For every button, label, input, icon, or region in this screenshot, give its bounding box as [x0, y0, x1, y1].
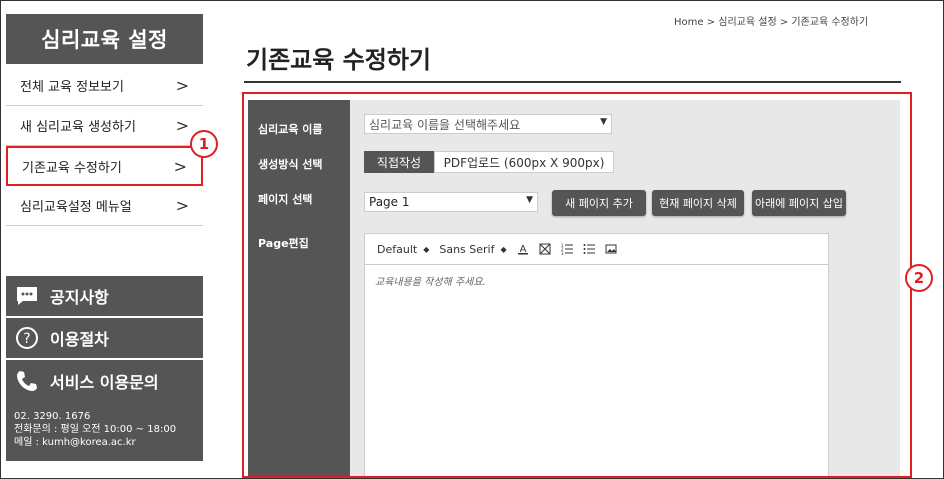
chevron-right-icon: > [173, 156, 187, 176]
sidebar-item-label: 기존교육 수정하기 [22, 160, 122, 176]
guide-label: 이용절차 [50, 330, 109, 349]
sidebar-menu: 전체 교육 정보보기 > 새 심리교육 생성하기 > 기존교육 수정하기 > 심… [6, 66, 203, 226]
sidebar-item-manual[interactable]: 심리교육설정 메뉴얼 > [6, 186, 203, 226]
sidebar-item-create[interactable]: 새 심리교육 생성하기 > [6, 106, 203, 146]
sidebar-item-label: 새 심리교육 생성하기 [20, 120, 136, 135]
svg-text:?: ? [23, 331, 30, 347]
contact-label: 서비스 이용문의 [50, 373, 159, 392]
chevron-right-icon: > [175, 76, 189, 95]
title-divider [244, 81, 901, 83]
sidebar-item-label: 전체 교육 정보보기 [20, 80, 124, 95]
chevron-right-icon: > [175, 116, 189, 135]
sidebar-title: 심리교육 설정 [6, 14, 203, 64]
page-title: 기존교육 수정하기 [246, 46, 431, 74]
contact-box: 서비스 이용문의 02. 3290. 1676 전화문의 : 평일 오전 10:… [6, 360, 203, 461]
notice-label: 공지사항 [50, 288, 109, 307]
question-icon: ? [14, 325, 40, 351]
chevron-right-icon: > [175, 196, 189, 215]
phone-icon [14, 368, 40, 394]
highlight-box-2 [242, 92, 912, 478]
sidebar-item-edit-existing[interactable]: 기존교육 수정하기 > [6, 146, 203, 186]
sidebar-item-label: 심리교육설정 메뉴얼 [20, 200, 132, 215]
contact-phone: 02. 3290. 1676 [14, 411, 91, 422]
guide-link[interactable]: ? 이용절차 [6, 318, 203, 358]
callout-1: 1 [190, 130, 218, 158]
chat-icon [14, 283, 40, 309]
contact-email: 메일 : kumh@korea.ac.kr [14, 437, 136, 448]
callout-2: 2 [905, 264, 933, 292]
sidebar-item-view-all[interactable]: 전체 교육 정보보기 > [6, 66, 203, 106]
notice-link[interactable]: 공지사항 [6, 276, 203, 316]
breadcrumb: Home > 심리교육 설정 > 기존교육 수정하기 [674, 17, 869, 28]
contact-hours: 전화문의 : 평일 오전 10:00 ~ 18:00 [14, 424, 177, 435]
